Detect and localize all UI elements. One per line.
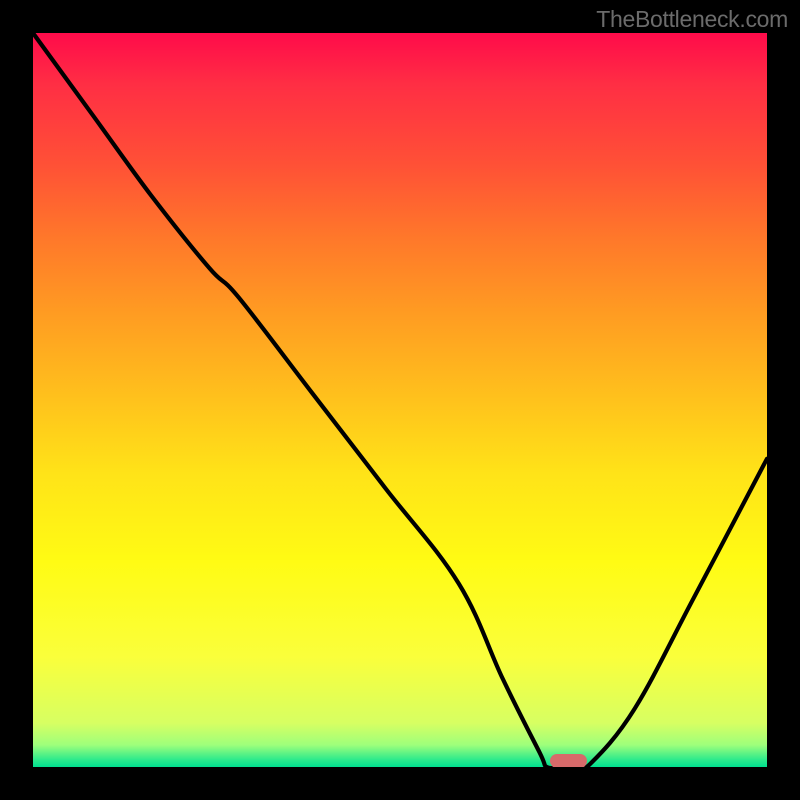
plot-area: [33, 33, 767, 767]
bottleneck-curve: [33, 33, 767, 767]
chart-frame: TheBottleneck.com: [0, 0, 800, 800]
attribution-text: TheBottleneck.com: [596, 6, 788, 33]
curve-path: [33, 33, 767, 767]
optimal-point-pill: [550, 754, 587, 767]
